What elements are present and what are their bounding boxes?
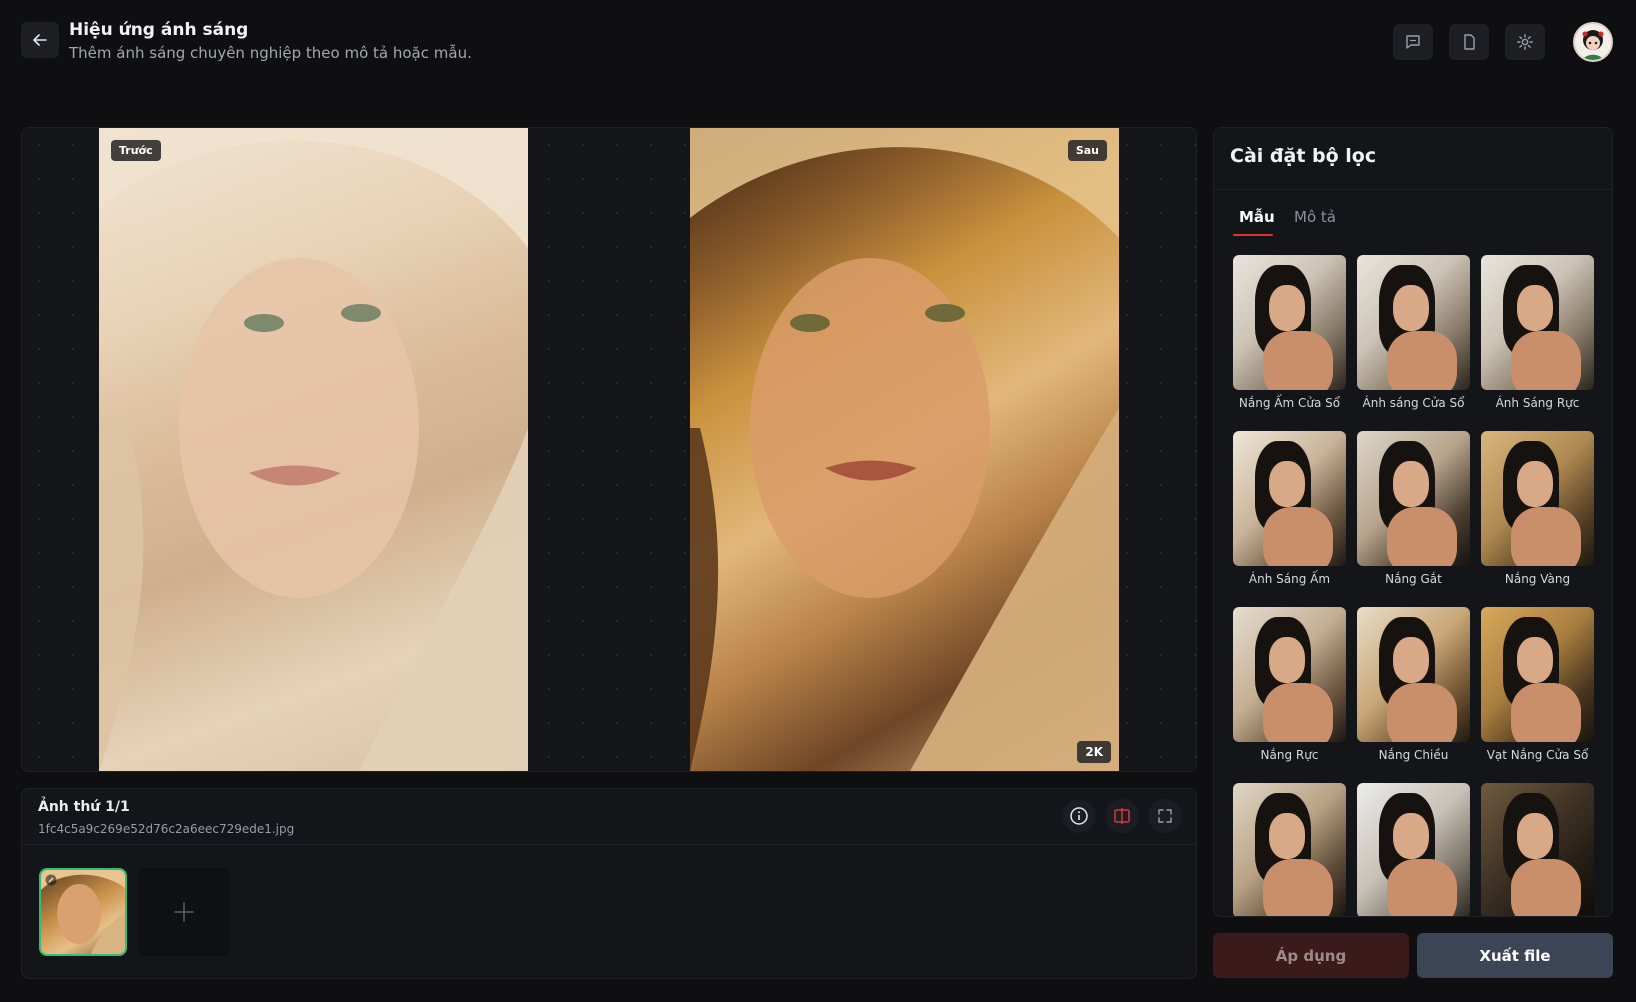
image-filename: 1fc4c5a9c269e52d76c2a6eec729ede1.jpg [38,822,295,836]
after-badge: Sau [1067,140,1107,161]
preset-card[interactable]: Nắng Rực [1233,607,1346,762]
fullscreen-button[interactable] [1148,799,1182,833]
export-button[interactable]: Xuất file [1417,933,1613,978]
image-counter: Ảnh thứ 1/1 [38,799,130,815]
chat-button[interactable] [1393,24,1433,60]
preset-thumbnail [1357,783,1470,916]
preset-label: Ánh sáng Cửa Sổ [1362,396,1465,410]
before-badge: Trước [111,140,161,161]
preset-card[interactable]: Ánh Sáng Ấm [1233,431,1346,586]
tab-description[interactable]: Mô tả [1294,208,1336,226]
preset-card[interactable]: Vạt Nắng Cửa Sổ [1481,607,1594,762]
preset-card[interactable]: Nắng Ấm Cửa Sổ [1233,255,1346,410]
preset-card[interactable] [1233,783,1346,916]
preset-thumbnail [1481,255,1594,390]
preset-thumbnail [1357,255,1470,390]
preset-card[interactable]: Nắng Gắt [1357,431,1470,586]
document-button[interactable] [1449,24,1489,60]
preset-thumbnail [1357,431,1470,566]
file-info-panel: Ảnh thứ 1/1 1fc4c5a9c269e52d76c2a6eec729… [21,788,1197,979]
settings-button[interactable] [1505,24,1545,60]
preset-thumbnail [1481,607,1594,742]
chat-icon [1404,33,1422,51]
preset-thumbnail [1233,783,1346,916]
document-icon [1460,33,1478,51]
apply-button[interactable]: Áp dụng [1213,933,1409,978]
gear-icon [1516,33,1534,51]
image-compare-viewer[interactable]: Trước Sau 2K [21,127,1197,772]
fullscreen-icon [1156,807,1174,825]
filter-settings-panel: Cài đặt bộ lọc Mẫu Mô tả Nắng Ấm Cửa Sổ … [1213,127,1613,917]
file-info-header: Ảnh thứ 1/1 1fc4c5a9c269e52d76c2a6eec729… [22,789,1196,845]
page-title: Hiệu ứng ánh sáng [69,20,249,40]
preset-label: Nắng Gắt [1385,572,1442,586]
active-tab-indicator [1233,234,1273,236]
resolution-badge: 2K [1077,741,1111,763]
back-button[interactable] [21,22,59,58]
info-icon [1069,806,1089,826]
preset-label: Nắng Rực [1260,748,1319,762]
preset-card[interactable]: Nắng Vàng [1481,431,1594,586]
panel-title: Cài đặt bộ lọc [1230,145,1377,167]
preset-card[interactable]: Nắng Chiều [1357,607,1470,762]
preset-thumbnail [1357,607,1470,742]
preset-thumbnail [1481,431,1594,566]
plus-icon [172,900,196,924]
add-image-button[interactable] [138,868,230,956]
after-image: Sau 2K [690,128,1119,771]
link-icon [45,874,57,886]
preset-label: Ánh Sáng Ấm [1248,572,1331,586]
preset-label: Nắng Chiều [1378,748,1449,762]
top-header: Hiệu ứng ánh sáng Thêm ánh sáng chuyên n… [0,0,1636,90]
info-button[interactable] [1062,799,1096,833]
preset-thumbnail [1233,255,1346,390]
image-thumbnail[interactable] [39,868,127,956]
preset-thumbnail [1233,431,1346,566]
user-avatar[interactable] [1573,22,1613,62]
preset-label: Nắng Ấm Cửa Sổ [1238,396,1341,410]
preset-thumbnail [1481,783,1594,916]
before-image: Trước [99,128,528,771]
panel-divider [1214,189,1612,190]
preset-label: Vạt Nắng Cửa Sổ [1486,748,1589,762]
preset-thumbnail [1233,607,1346,742]
compare-button[interactable] [1105,799,1139,833]
preset-label: Ánh Sáng Rực [1495,396,1580,410]
preset-card[interactable] [1481,783,1594,916]
preset-card[interactable]: Ánh Sáng Rực [1481,255,1594,410]
back-arrow-icon [32,32,48,48]
compare-icon [1112,806,1132,826]
preset-card[interactable] [1357,783,1470,916]
tab-templates[interactable]: Mẫu [1239,208,1275,226]
preset-label: Nắng Vàng [1504,572,1571,586]
preset-card[interactable]: Ánh sáng Cửa Sổ [1357,255,1470,410]
page-subtitle: Thêm ánh sáng chuyên nghiệp theo mô tả h… [69,44,472,62]
